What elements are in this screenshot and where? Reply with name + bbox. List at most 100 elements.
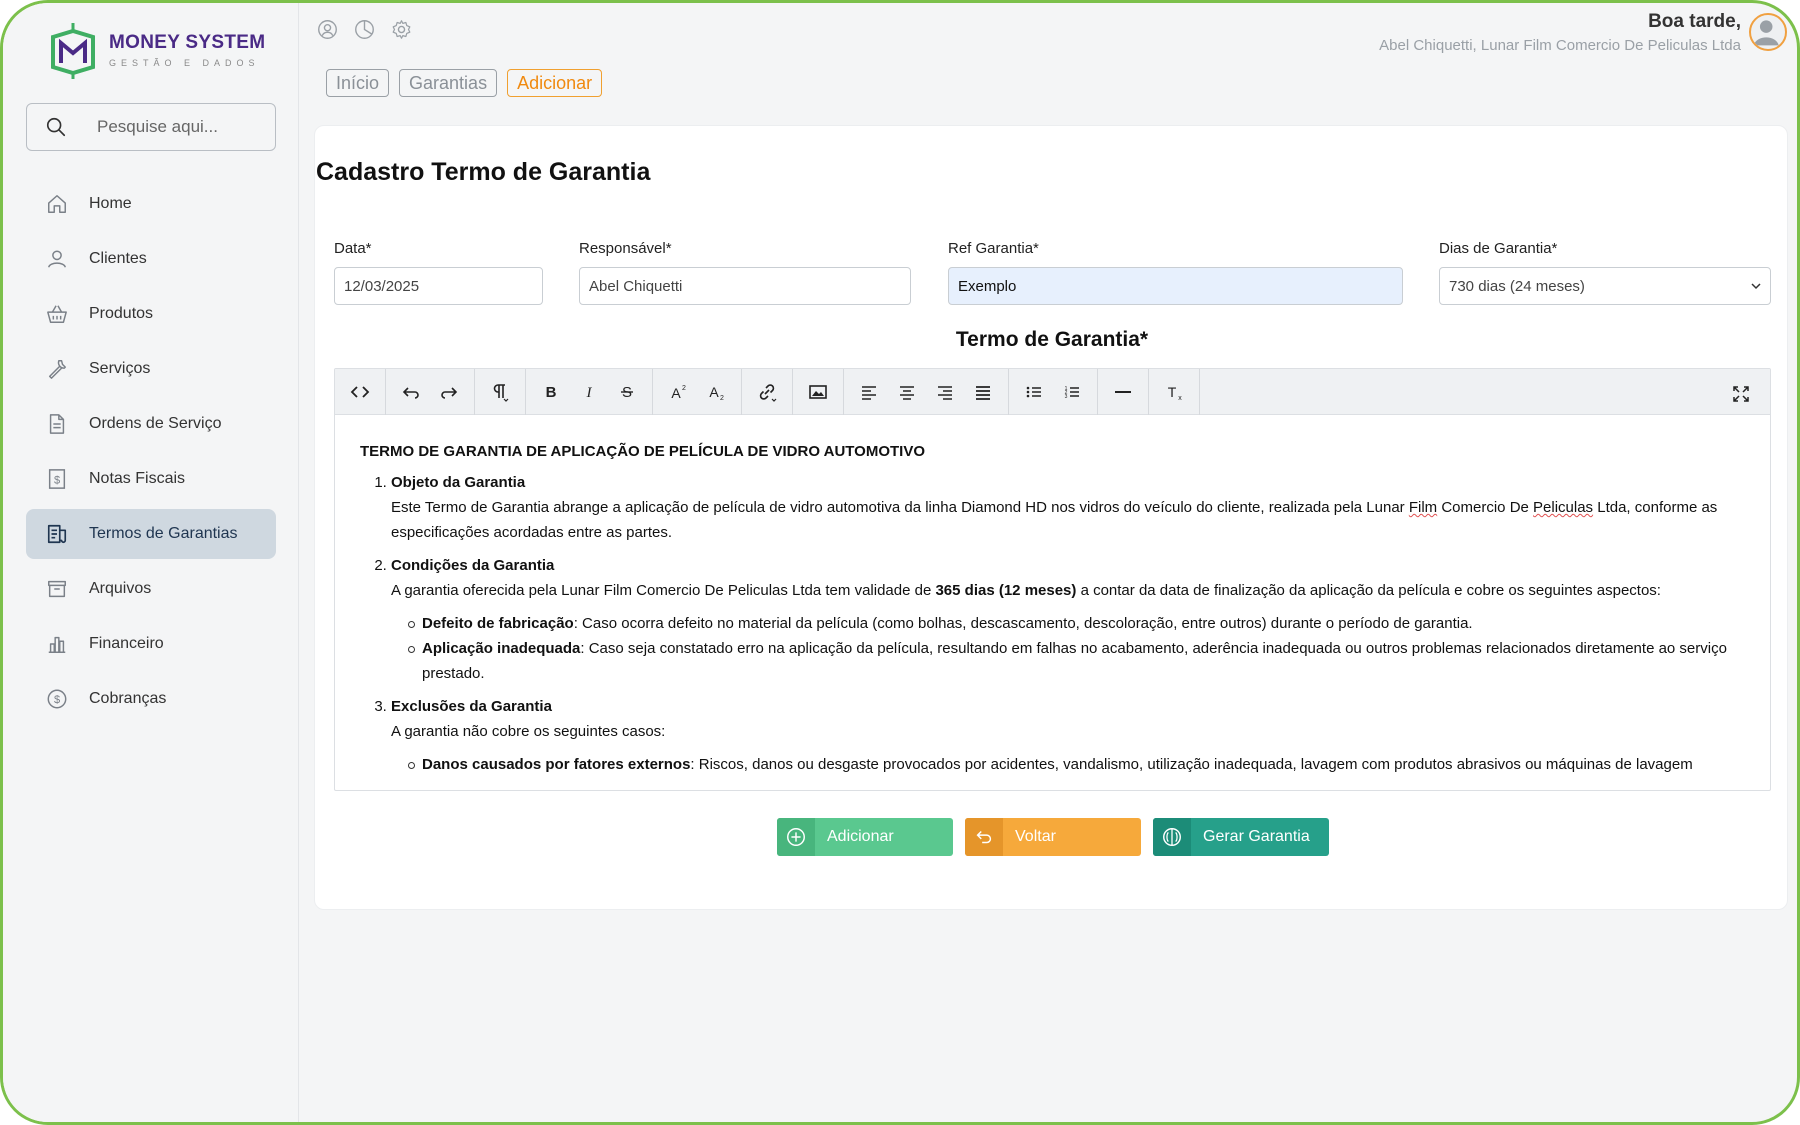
breadcrumb-inicio[interactable]: Início [326, 69, 390, 97]
numbered-list-button[interactable]: 123 [1053, 375, 1091, 409]
svg-text:T: T [1168, 384, 1177, 400]
dias-garantia-select[interactable]: 730 dias (24 meses) [1439, 267, 1771, 305]
svg-text:A: A [671, 385, 681, 401]
editor-content[interactable]: TERMO DE GARANTIA DE APLICAÇÃO DE PELÍCU… [335, 415, 1770, 777]
item-title: Defeito de fabricação [422, 615, 574, 632]
data-input[interactable]: 12/03/2025 [334, 267, 543, 305]
bold-button[interactable]: B [532, 375, 570, 409]
superscript-button[interactable]: A2 [659, 375, 697, 409]
align-justify-button[interactable] [964, 375, 1002, 409]
sidebar-item-produtos[interactable]: Produtos [26, 289, 276, 339]
top-toolbar [317, 19, 412, 40]
sidebar-item-clientes[interactable]: Clientes [26, 234, 276, 284]
document-title: TERMO DE GARANTIA DE APLICAÇÃO DE PELÍCU… [360, 443, 926, 460]
editor-toolbar: B I S A2 A2 1 2 3 T x [335, 369, 1770, 415]
subscript-button[interactable]: A2 [697, 375, 735, 409]
section-condicoes: Condições da Garantia A garantia ofereci… [391, 553, 1745, 686]
warranty-icon [47, 524, 67, 544]
add-button[interactable]: Adicionar [777, 818, 953, 856]
search-input[interactable] [97, 117, 247, 137]
link-button[interactable] [748, 375, 786, 409]
responsavel-input[interactable]: Abel Chiquetti [579, 267, 911, 305]
align-left-button[interactable] [850, 375, 888, 409]
sidebar-item-notas-fiscais[interactable]: $ Notas Fiscais [26, 454, 276, 504]
section-text: A garantia não cobre os seguintes casos: [391, 723, 666, 740]
ref-garantia-label: Ref Garantia* [948, 240, 1039, 257]
chevron-down-icon [1751, 283, 1761, 290]
fullscreen-button[interactable] [1722, 377, 1760, 411]
greeting-text: Boa tarde, [1648, 11, 1741, 32]
brain-icon [1163, 828, 1181, 846]
user-company: Abel Chiquetti, Lunar Film Comercio De P… [1379, 37, 1741, 54]
section-objeto: Objeto da Garantia Este Termo de Garanti… [391, 470, 1745, 545]
dias-garantia-field: Dias de Garantia* 730 dias (24 meses) [1439, 240, 1771, 305]
italic-button[interactable]: I [570, 375, 608, 409]
toolbar-group-script: A2 A2 [653, 369, 742, 415]
generate-warranty-button[interactable]: Gerar Garantia [1153, 818, 1329, 856]
section-title: Exclusões da Garantia [391, 698, 552, 715]
section-title: Condições da Garantia [391, 557, 555, 574]
align-center-button[interactable] [888, 375, 926, 409]
image-button[interactable] [799, 375, 837, 409]
paragraph-format-button[interactable] [481, 375, 519, 409]
code-view-button[interactable] [341, 375, 379, 409]
undo-button[interactable] [392, 375, 430, 409]
money-system-logo-icon [51, 23, 95, 79]
sidebar-item-label: Cobranças [89, 690, 167, 707]
dollar-circle-icon: $ [47, 689, 67, 709]
page-title: Cadastro Termo de Garantia [316, 158, 651, 186]
toolbar-group-code [335, 369, 386, 415]
brand-logo[interactable]: MONEY SYSTEM GESTÃO E DADOS [47, 21, 265, 79]
breadcrumb-adicionar[interactable]: Adicionar [507, 69, 603, 97]
align-right-button[interactable] [926, 375, 964, 409]
sidebar-item-financeiro[interactable]: Financeiro [26, 619, 276, 669]
pie-chart-icon[interactable] [354, 19, 375, 40]
redo-icon [441, 386, 458, 399]
avatar[interactable] [1749, 13, 1787, 51]
clear-format-button[interactable]: Tx [1155, 375, 1193, 409]
add-button-label: Adicionar [827, 828, 894, 845]
app-window: MONEY SYSTEM GESTÃO E DADOS Home Cliente… [0, 0, 1800, 1125]
svg-text:B: B [546, 384, 557, 401]
search-box[interactable] [26, 103, 276, 151]
redo-button[interactable] [430, 375, 468, 409]
sidebar-item-cobrancas[interactable]: $ Cobranças [26, 674, 276, 724]
sidebar-item-termos-de-garantias[interactable]: Termos de Garantias [26, 509, 276, 559]
warranty-sections: Objeto da Garantia Este Termo de Garanti… [360, 470, 1745, 777]
rich-text-editor[interactable]: B I S A2 A2 1 2 3 T x TERMO DE GARANTIA … [334, 368, 1771, 791]
sidebar-item-label: Clientes [89, 250, 147, 267]
horizontal-rule-icon [1115, 390, 1131, 393]
sidebar-item-arquivos[interactable]: Arquivos [26, 564, 276, 614]
sidebar-item-label: Termos de Garantias [89, 525, 238, 542]
toolbar-group-align [844, 369, 1009, 415]
ref-garantia-input[interactable]: Exemplo [948, 267, 1403, 305]
document-icon [49, 414, 65, 434]
exclusion-list: Danos causados por fatores externos: Ris… [391, 752, 1745, 777]
horizontal-rule-button[interactable] [1104, 375, 1142, 409]
bullet-list-button[interactable] [1015, 375, 1053, 409]
sidebar-nav: Home Clientes Produtos Serviços Ordens d… [26, 179, 276, 729]
misspelled-word: Film [1408, 499, 1438, 516]
svg-text:A: A [709, 384, 719, 400]
gear-icon[interactable] [391, 19, 412, 40]
code-icon [350, 385, 370, 398]
list-item: Aplicação inadequada: Caso seja constata… [408, 636, 1745, 686]
item-text: : Caso seja constatado erro na aplicação… [422, 640, 1727, 682]
svg-text:x: x [1178, 395, 1182, 402]
clear-format-icon: Tx [1168, 384, 1183, 402]
strikethrough-button[interactable]: S [608, 375, 646, 409]
sidebar-item-servicos[interactable]: Serviços [26, 344, 276, 394]
align-center-icon [900, 385, 914, 400]
avatar-icon [1753, 20, 1779, 46]
svg-text:2: 2 [682, 385, 686, 392]
profile-icon[interactable] [317, 19, 338, 40]
sidebar-item-ordens-de-servico[interactable]: Ordens de Serviço [26, 399, 276, 449]
back-button[interactable]: Voltar [965, 818, 1141, 856]
fullscreen-icon [1733, 386, 1749, 402]
dias-garantia-value: 730 dias (24 meses) [1449, 277, 1585, 295]
home-icon [48, 195, 66, 213]
item-title: Danos causados por fatores externos [422, 756, 691, 773]
sidebar-item-home[interactable]: Home [26, 179, 276, 229]
brand-subtitle: GESTÃO E DADOS [109, 58, 260, 68]
breadcrumb-garantias[interactable]: Garantias [399, 69, 498, 97]
